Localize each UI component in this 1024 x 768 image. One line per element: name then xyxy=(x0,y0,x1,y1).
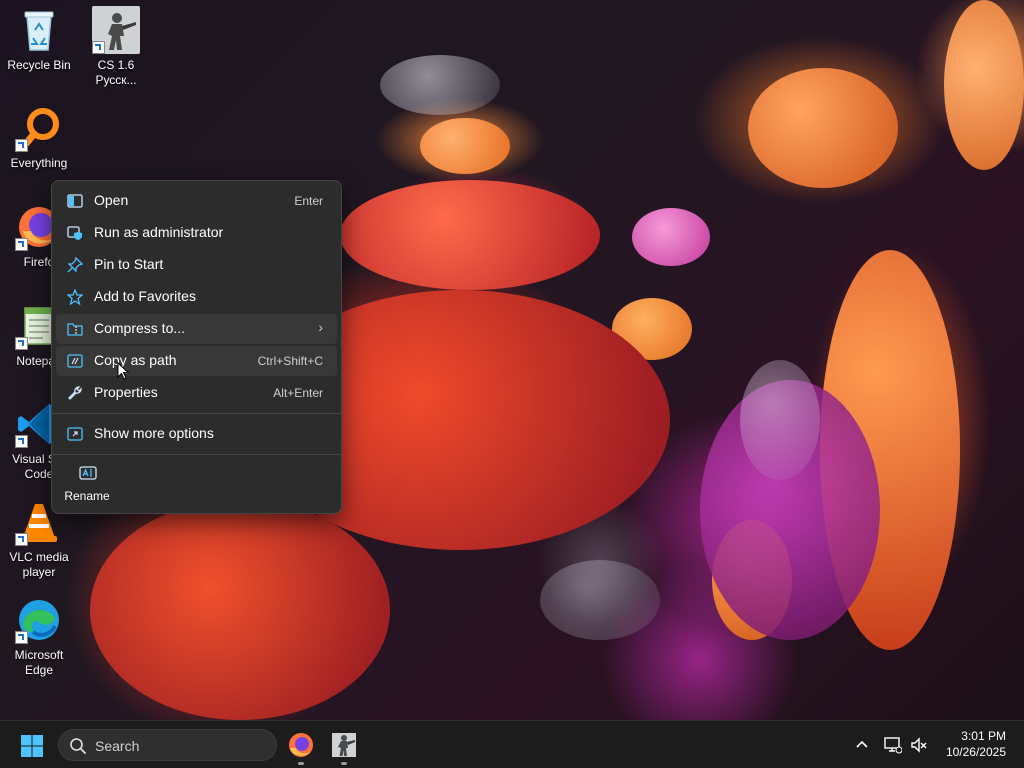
share-icon xyxy=(67,426,83,442)
menu-separator xyxy=(52,413,341,414)
wallpaper-blob xyxy=(944,0,1024,170)
menu-item-properties[interactable]: Properties Alt+Enter xyxy=(56,378,337,408)
taskbar-clock[interactable]: 3:01 PM 10/26/2025 xyxy=(946,728,1006,760)
volume-muted-icon xyxy=(911,737,927,753)
open-icon xyxy=(67,193,83,209)
menu-item-label: Run as administrator xyxy=(94,224,224,240)
copy-path-icon xyxy=(67,353,83,369)
menu-item-copy-as-path[interactable]: Copy as path Ctrl+Shift+C xyxy=(56,346,337,376)
wallpaper-blob xyxy=(540,560,660,640)
desktop-icon-label: Recycle Bin xyxy=(7,58,71,72)
rename-icon xyxy=(79,465,97,481)
menu-item-label: Pin to Start xyxy=(94,256,164,272)
search-icon xyxy=(69,737,87,755)
counter-strike-icon xyxy=(92,6,140,54)
zip-folder-icon xyxy=(67,321,83,337)
desktop-icon-everything[interactable]: Everything xyxy=(1,104,77,171)
shortcut-arrow-icon xyxy=(15,435,28,448)
menu-item-label: Copy as path xyxy=(94,352,177,368)
menu-item-label: Compress to... xyxy=(94,320,186,336)
menu-item-shortcut: Enter xyxy=(294,194,323,208)
show-hidden-icons-button[interactable] xyxy=(853,736,871,754)
shortcut-arrow-icon xyxy=(92,41,105,54)
taskbar-app-cs16[interactable] xyxy=(328,729,360,765)
firefox-icon xyxy=(289,733,313,757)
menu-item-pin-to-start[interactable]: Pin to Start xyxy=(56,250,337,280)
menu-item-show-more-options[interactable]: Show more options xyxy=(56,419,337,449)
menu-item-label: Properties xyxy=(94,384,158,400)
menu-item-shortcut: Alt+Enter xyxy=(273,386,323,400)
desktop-icon-label: Microsoft Edge xyxy=(14,648,64,677)
desktop-icon-label: CS 1.6 Русск... xyxy=(95,58,137,87)
clock-date: 10/26/2025 xyxy=(945,745,1006,759)
desktop-icon-cs16[interactable]: CS 1.6 Русск... xyxy=(78,6,154,88)
wallpaper-blob xyxy=(632,208,710,266)
windows-logo-icon xyxy=(21,735,43,757)
taskbar-search[interactable] xyxy=(58,729,277,761)
menu-item-label: Open xyxy=(94,192,129,208)
menu-separator xyxy=(52,454,341,455)
menu-item-shortcut: Ctrl+Shift+C xyxy=(257,354,323,368)
running-indicator xyxy=(298,762,304,765)
menu-item-label: Show more options xyxy=(94,425,214,441)
wrench-icon xyxy=(67,385,83,401)
desktop-icon-recycle-bin[interactable]: Recycle Bin xyxy=(1,6,77,73)
taskbar-app-firefox[interactable] xyxy=(285,729,317,765)
everything-search-icon xyxy=(15,104,63,152)
rename-label: Rename xyxy=(64,489,110,503)
menu-item-compress-to[interactable]: Compress to... › xyxy=(56,314,337,344)
pin-icon xyxy=(67,256,84,273)
shortcut-arrow-icon xyxy=(15,533,28,546)
recycle-bin-icon xyxy=(15,6,63,54)
shortcut-arrow-icon xyxy=(15,337,28,350)
edge-icon xyxy=(15,596,63,644)
menu-item-label: Add to Favorites xyxy=(94,288,196,304)
chevron-right-icon: › xyxy=(318,319,323,335)
desktop-icon-label: Everything xyxy=(10,156,68,170)
volume-button[interactable] xyxy=(910,736,928,754)
start-button[interactable] xyxy=(20,734,44,758)
wallpaper-blob xyxy=(420,118,510,174)
menu-item-open[interactable]: Open Enter xyxy=(56,186,337,216)
desktop-icon-edge[interactable]: Microsoft Edge xyxy=(1,596,77,678)
shortcut-arrow-icon xyxy=(15,631,28,644)
shield-icon xyxy=(67,225,83,241)
search-input[interactable] xyxy=(93,735,267,757)
wallpaper-blob xyxy=(340,180,600,290)
network-monitor-icon xyxy=(884,737,903,754)
clock-time: 3:01 PM xyxy=(961,729,1006,743)
running-indicator xyxy=(341,762,347,765)
context-menu: Open Enter Run as administrator Pin to S… xyxy=(51,180,342,514)
network-status-button[interactable] xyxy=(884,736,903,754)
menu-item-run-as-administrator[interactable]: Run as administrator xyxy=(56,218,337,248)
wallpaper-blob xyxy=(748,68,898,188)
menu-item-add-to-favorites[interactable]: Add to Favorites xyxy=(56,282,337,312)
wallpaper-blob xyxy=(380,55,500,115)
chevron-up-icon xyxy=(856,740,868,748)
desktop-icon-label: VLC media player xyxy=(9,550,69,579)
counter-strike-icon xyxy=(332,733,356,757)
star-icon xyxy=(66,288,84,306)
shortcut-arrow-icon xyxy=(15,139,28,152)
rename-button[interactable]: Rename xyxy=(56,459,118,507)
wallpaper-blob xyxy=(740,360,820,480)
mouse-cursor-icon xyxy=(117,361,130,385)
wallpaper-blob xyxy=(90,500,390,720)
taskbar: 3:01 PM 10/26/2025 xyxy=(0,720,1024,768)
shortcut-arrow-icon xyxy=(15,238,28,251)
